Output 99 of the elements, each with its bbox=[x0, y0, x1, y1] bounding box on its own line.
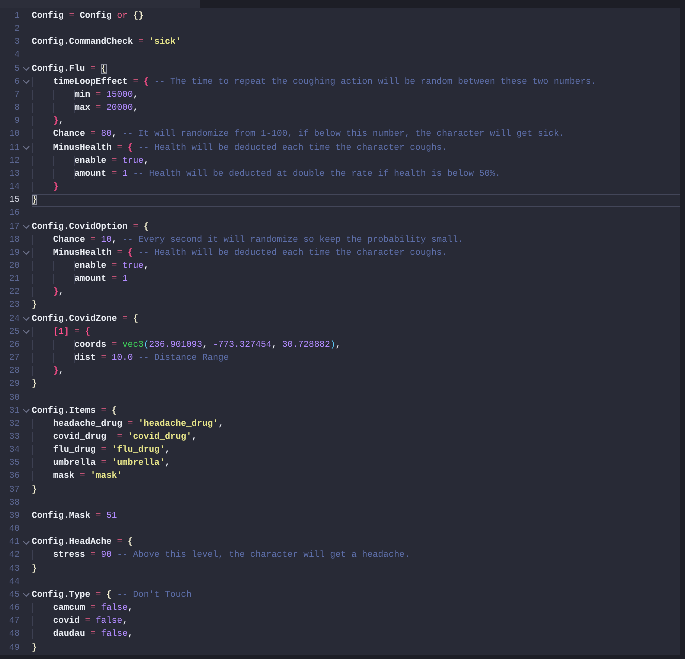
code-line: } bbox=[32, 562, 38, 576]
code-line: enable = true, bbox=[32, 260, 680, 274]
line-number: 47 bbox=[8, 615, 20, 628]
line-number: 26 bbox=[8, 338, 20, 352]
code-line: umbrella = 'umbrella', bbox=[32, 457, 680, 470]
code-line: MinusHealth = { -- Health will be deducted each time the character coughs. bbox=[32, 142, 680, 155]
code-line: timeLoopEffect = { -- The time to repeat the coughing action will be random between these two numbers. bbox=[32, 76, 680, 89]
code-line: headache_drug = 'headache_drug', bbox=[32, 418, 680, 431]
line-number: 43 bbox=[8, 562, 20, 576]
code-line: }, bbox=[32, 286, 680, 300]
line-number: 1 bbox=[14, 10, 20, 23]
line-number: 3 bbox=[14, 36, 20, 50]
code-line: } bbox=[32, 378, 38, 392]
code-line: }, bbox=[32, 365, 680, 378]
code-line: stress = 90 -- Above this level, the character will get a headache. bbox=[32, 549, 680, 563]
line-number: 49 bbox=[8, 642, 20, 654]
line-number: 14 bbox=[8, 181, 20, 194]
line-number: 44 bbox=[8, 576, 20, 589]
code-line: Config.Items = { bbox=[32, 404, 118, 418]
line-number: 18 bbox=[8, 234, 20, 247]
code-line: } bbox=[32, 484, 38, 497]
line-number: 5 bbox=[14, 62, 20, 76]
chevron-icon[interactable] bbox=[23, 67, 30, 72]
line-number: 17 bbox=[8, 220, 20, 234]
line-number: 31 bbox=[8, 404, 20, 418]
line-number: 20 bbox=[8, 260, 20, 273]
code-line: Config.CommandCheck = 'sick' bbox=[32, 36, 182, 50]
line-number: 10 bbox=[8, 128, 20, 142]
line-number: 12 bbox=[8, 154, 20, 168]
code-line: daudau = false, bbox=[32, 628, 680, 642]
line-number: 41 bbox=[8, 536, 20, 550]
code-line: } bbox=[32, 181, 680, 194]
code-line: } bbox=[32, 642, 38, 654]
line-number: 36 bbox=[8, 470, 20, 484]
line-number: 19 bbox=[8, 246, 20, 260]
line-number: 25 bbox=[8, 326, 20, 339]
line-number: 29 bbox=[8, 378, 20, 392]
code-line: MinusHealth = { -- Health will be deducted each time the character coughs. bbox=[32, 246, 680, 260]
code-line: amount = 1 bbox=[32, 273, 680, 286]
chevron-icon[interactable] bbox=[23, 251, 30, 256]
code-line: } bbox=[32, 299, 38, 312]
code-line: coords = vec3(236.901093, -773.327454, 30.728882), bbox=[32, 338, 680, 352]
code-line: }, bbox=[32, 115, 680, 128]
code-line: Chance = 10, -- Every second it will randomize so keep the probability small. bbox=[32, 234, 680, 247]
line-number: 34 bbox=[8, 444, 20, 458]
code-line: covid = false, bbox=[32, 615, 680, 628]
line-number: 2 bbox=[14, 23, 20, 36]
line-number: 9 bbox=[14, 115, 20, 128]
code-line: mask = 'mask' bbox=[32, 470, 680, 484]
line-number: 38 bbox=[8, 496, 20, 510]
line-number: 11 bbox=[8, 142, 20, 155]
code-line: Config.CovidZone = { bbox=[32, 312, 140, 326]
chevron-icon[interactable] bbox=[23, 540, 30, 545]
code-line: enable = true, bbox=[32, 154, 680, 168]
line-number: 13 bbox=[8, 168, 20, 181]
line-number: 4 bbox=[14, 49, 20, 62]
line-number: 37 bbox=[8, 484, 20, 497]
line-number: 32 bbox=[8, 418, 20, 431]
line-number: 48 bbox=[8, 628, 20, 642]
line-number: 15 bbox=[8, 194, 20, 208]
line-number: 33 bbox=[8, 431, 20, 444]
code-line: camcum = false, bbox=[32, 602, 680, 616]
code-line: amount = 1 -- Health will be deducted at double the rate if health is below 50%. bbox=[32, 168, 680, 182]
line-number: 27 bbox=[8, 352, 20, 366]
line-number: 39 bbox=[8, 510, 20, 523]
line-number: 42 bbox=[8, 549, 20, 562]
line-number: 35 bbox=[8, 457, 20, 470]
line-number: 16 bbox=[8, 207, 20, 220]
line-number: 7 bbox=[14, 88, 20, 102]
line-number: 28 bbox=[8, 365, 20, 378]
line-number: 22 bbox=[8, 286, 20, 300]
code-line: min = 15000, bbox=[32, 88, 680, 102]
chevron-icon[interactable] bbox=[23, 317, 30, 322]
line-number: 30 bbox=[8, 392, 20, 405]
code-line: Config = Config or {} bbox=[32, 10, 145, 23]
line-number: 6 bbox=[14, 76, 20, 89]
code-line: [1] = { bbox=[32, 326, 680, 339]
line-number: 46 bbox=[8, 602, 20, 616]
line-number: 21 bbox=[8, 273, 20, 286]
line-number: 23 bbox=[8, 299, 20, 312]
chevron-icon[interactable] bbox=[23, 409, 30, 414]
code-line: flu_drug = 'flu_drug', bbox=[32, 444, 680, 458]
chevron-icon[interactable] bbox=[23, 330, 30, 334]
code-line: Chance = 80, -- It will randomize from 1-100, if below this number, the character will get sick. bbox=[32, 128, 680, 142]
chevron-icon[interactable] bbox=[23, 80, 30, 84]
chevron-icon[interactable] bbox=[23, 225, 30, 230]
code-line: Config.Type = { -- Don't Touch bbox=[32, 588, 193, 602]
code-line: Config.Mask = 51 bbox=[32, 510, 118, 523]
code-line: Config.HeadAche = { bbox=[32, 536, 134, 550]
chevron-icon[interactable] bbox=[23, 146, 30, 150]
code-line: max = 20000, bbox=[32, 102, 680, 116]
code-line: Config.CovidOption = { bbox=[32, 220, 150, 234]
chevron-icon[interactable] bbox=[23, 593, 30, 598]
code-line: dist = 10.0 -- Distance Range bbox=[32, 352, 680, 366]
line-number: 24 bbox=[8, 312, 20, 326]
line-number: 8 bbox=[14, 102, 20, 116]
line-number: 40 bbox=[8, 523, 20, 536]
code-line: covid_drug = 'covid_drug', bbox=[32, 431, 680, 444]
line-number: 45 bbox=[8, 588, 20, 602]
